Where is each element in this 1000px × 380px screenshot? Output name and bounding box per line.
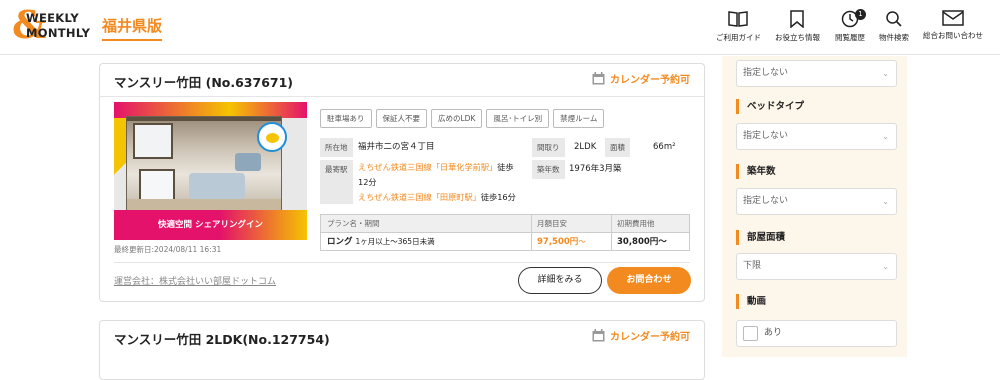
nav-guide-label: ご利用ガイド (716, 33, 761, 42)
calendar-available[interactable]: カレンダー予約可 (592, 71, 690, 86)
tag-bath-toilet-separate: 風呂･トイレ別 (486, 109, 550, 128)
rent-value: 97,500円 (537, 237, 579, 247)
inquiry-button[interactable]: お問合わせ (607, 267, 691, 294)
area-value: 66m² (653, 142, 676, 152)
station-label: 最寄駅 (320, 160, 353, 204)
address-value: 福井市二の宮４丁目 (358, 142, 435, 152)
building-age-select[interactable]: 指定しない ⌄ (736, 188, 897, 215)
room-chair (235, 153, 261, 171)
checkbox-box[interactable] (743, 326, 758, 341)
calendar-label: カレンダー予約可 (610, 332, 690, 343)
nav-tips-label: お役立ち情報 (775, 33, 820, 42)
filter-select-value: 指定しない (743, 68, 789, 78)
last-updated: 最終更新日:2024/08/11 16:31 (114, 245, 222, 254)
price-table: プラン名・期間 月額目安 初期費用他 ロング 1ヶ月以上～365日未満 97,5… (320, 214, 690, 251)
video-checkbox[interactable]: あり (736, 320, 897, 347)
logo-line2: MONTHLY (26, 26, 91, 40)
room-area-value: 下限 (743, 261, 762, 271)
operator-link[interactable]: 運営会社：株式会社いい部屋ドットコム (114, 274, 276, 287)
station2-link[interactable]: えちぜん鉄道三国線「田原町駅」 (358, 192, 481, 202)
layout-value: 2LDK (574, 142, 597, 152)
chevron-down-icon: ⌄ (882, 132, 889, 141)
calendar-available[interactable]: カレンダー予約可 (592, 328, 690, 343)
chevron-down-icon: ⌄ (882, 197, 889, 206)
plan-cell: ロング 1ヶ月以上～365日未満 (321, 233, 531, 251)
edition-label[interactable]: 福井県版 (102, 15, 163, 41)
divider (100, 96, 704, 97)
tag-non-smoking: 禁煙ルーム (553, 109, 605, 128)
layout-label: 間取り (532, 138, 565, 157)
nav-search-label: 物件検索 (879, 33, 909, 42)
plan-name: ロング (327, 237, 353, 247)
chevron-down-icon: ⌄ (882, 262, 889, 271)
bookmark-icon (790, 10, 804, 28)
site-logo[interactable]: & WEEKLY MONTHLY (12, 5, 91, 45)
nav-history-label: 閲覧履歴 (835, 33, 865, 42)
room-window (139, 169, 175, 203)
nav-search[interactable]: 物件検索 (877, 10, 911, 43)
calendar-label: カレンダー予約可 (610, 75, 690, 86)
initial-header: 初期費用他 (611, 215, 689, 233)
chevron-down-icon: ⌄ (882, 69, 889, 78)
building-age-value: 指定しない (743, 196, 789, 206)
search-sidebar: 指定しない ⌄ ベッドタイプ 指定しない ⌄ 築年数 指定しない ⌄ 部屋面積 … (722, 56, 907, 357)
site-header: & WEEKLY MONTHLY 福井県版 ご利用ガイド お役立ち情報 1 閲覧… (0, 0, 1000, 55)
station1-link[interactable]: えちぜん鉄道三国線「日華化学前駅」 (358, 162, 497, 172)
room-area-select[interactable]: 下限 ⌄ (736, 253, 897, 280)
photo-caption: 快適空間 シェアリングイン (158, 220, 263, 230)
listing-card: マンスリー竹田 2LDK(No.127754) カレンダー予約可 (99, 320, 705, 380)
plan-period: 1ヶ月以上～365日未満 (355, 237, 435, 246)
calendar-icon (592, 329, 605, 342)
nav-history[interactable]: 1 閲覧履歴 (833, 9, 867, 43)
book-icon (728, 11, 748, 27)
video-heading: 動画 (736, 294, 766, 309)
view-details-button[interactable]: 詳細をみる (518, 267, 602, 294)
rent-suffix: ～ (578, 237, 586, 246)
left-gutter (0, 56, 100, 357)
nav-contact[interactable]: 総合お問い合わせ (922, 10, 984, 41)
listing-title[interactable]: マンスリー竹田 (No.637671) (114, 72, 293, 91)
logo-line1: WEEKLY (26, 11, 79, 25)
station2-walk: 徒歩16分 (480, 192, 516, 202)
tag-large-ldk: 広めのLDK (431, 109, 483, 128)
room-beam (127, 117, 281, 121)
area-label: 面積 (605, 138, 630, 157)
room-sofa (189, 173, 245, 199)
video-option-label: あり (764, 328, 783, 338)
nav-tips[interactable]: お役立ち情報 (775, 10, 820, 43)
station1-walk: 徒歩 (497, 162, 514, 172)
filter-select[interactable]: 指定しない ⌄ (736, 60, 897, 87)
station-info: えちぜん鉄道三国線「日華化学前駅」徒歩 12分 えちぜん鉄道三国線「田原町駅」徒… (358, 160, 533, 205)
tag-parking: 駐車場あり (320, 109, 372, 128)
listing-title[interactable]: マンスリー竹田 2LDK(No.127754) (114, 329, 330, 348)
mascot-logo (257, 122, 287, 152)
listing-photo[interactable]: 快適空間 シェアリングイン (114, 102, 307, 240)
bed-type-heading: ベッドタイプ (736, 99, 804, 114)
room-window (133, 123, 173, 159)
listing-card: マンスリー竹田 (No.637671) カレンダー予約可 快適空間 シェアリング… (99, 63, 705, 302)
initial-value: 30,800円～ (617, 237, 667, 247)
nav-guide[interactable]: ご利用ガイド (716, 10, 761, 43)
nav-contact-label: 総合お問い合わせ (923, 31, 983, 40)
rent-cell: 97,500円～ (531, 233, 611, 251)
room-area-heading: 部屋面積 (736, 230, 785, 245)
bed-type-select[interactable]: 指定しない ⌄ (736, 123, 897, 150)
divider (114, 262, 690, 263)
bed-type-value: 指定しない (743, 131, 789, 141)
address-label: 所在地 (320, 138, 353, 157)
feature-tags: 駐車場あり 保証人不要 広めのLDK 風呂･トイレ別 禁煙ルーム (320, 109, 605, 128)
building-age-heading: 築年数 (736, 164, 776, 179)
plan-header: プラン名・期間 (321, 215, 531, 233)
station1-walk-minutes: 12分 (358, 177, 377, 187)
tag-no-guarantor: 保証人不要 (375, 109, 427, 128)
built-value: 1976年3月築 (569, 164, 622, 174)
history-count-badge: 1 (855, 9, 866, 20)
built-label: 築年数 (532, 160, 565, 179)
calendar-icon (592, 72, 605, 85)
search-icon (886, 11, 902, 27)
rent-header: 月額目安 (531, 215, 611, 233)
mail-icon (942, 10, 964, 26)
